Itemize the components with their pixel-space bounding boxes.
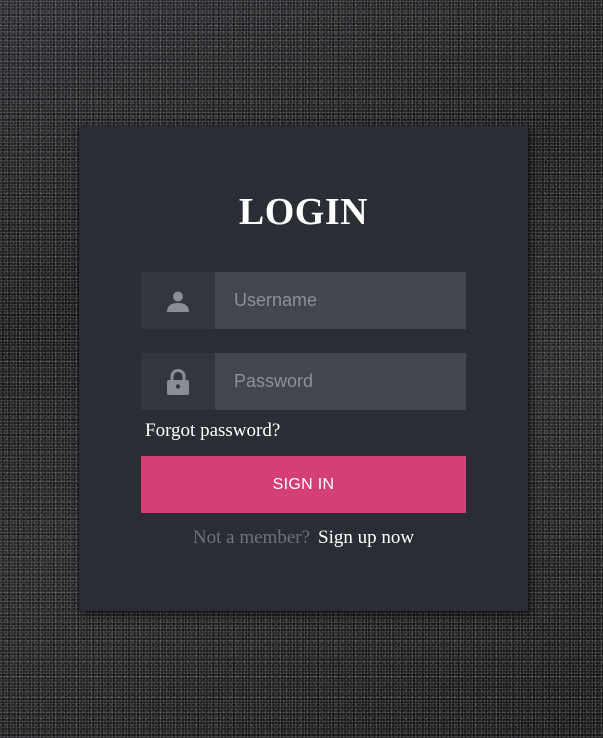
sign-up-link[interactable]: Sign up now — [318, 527, 414, 548]
forgot-password-link[interactable]: Forgot password? — [145, 420, 280, 442]
username-input[interactable] — [215, 272, 466, 329]
password-input[interactable] — [215, 353, 466, 410]
login-card: LOGIN Forgot password? SIGN IN Not a mem… — [79, 126, 528, 611]
not-member-text: Not a member? — [192, 527, 311, 548]
signup-footer: Not a member? Sign up now — [79, 527, 528, 549]
lock-icon — [167, 368, 189, 395]
password-field-group — [141, 353, 466, 410]
login-title: LOGIN — [238, 191, 369, 233]
password-icon-box — [141, 353, 215, 410]
sign-in-button[interactable]: SIGN IN — [141, 456, 466, 513]
user-icon — [167, 291, 189, 312]
username-field-group — [141, 272, 466, 329]
username-icon-box — [141, 272, 215, 329]
